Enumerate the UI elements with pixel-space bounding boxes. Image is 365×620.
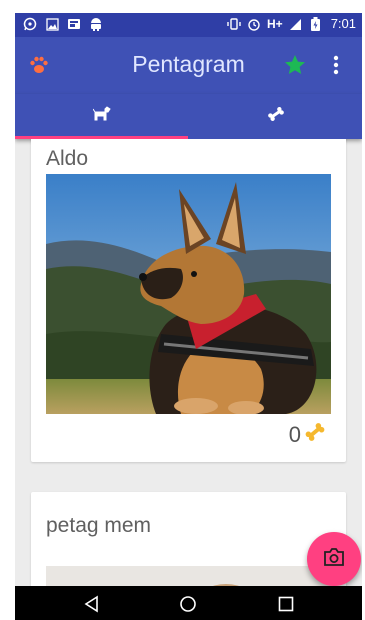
camera-fab-button[interactable] — [307, 532, 361, 586]
network-type: H+ — [267, 17, 283, 31]
app-bar: Pentagram — [15, 37, 362, 94]
bone-icon — [304, 421, 326, 448]
bone-icon — [267, 105, 285, 128]
pet-name: Aldo — [46, 147, 89, 170]
star-icon[interactable] — [283, 53, 307, 77]
pet-card[interactable]: petag mem — [31, 492, 346, 586]
pet-photo — [46, 566, 331, 586]
app-title: Pentagram — [132, 51, 245, 77]
back-icon[interactable] — [83, 595, 101, 613]
whatsapp-icon — [23, 16, 37, 32]
pet-name: petag mem — [46, 514, 152, 537]
home-icon[interactable] — [179, 595, 197, 613]
app-screen: H+ 7:01 Pentagram Aldo 0 petag mem — [15, 13, 362, 620]
recents-icon[interactable] — [277, 595, 295, 613]
system-nav-bar — [15, 586, 362, 620]
status-bar: H+ 7:01 — [15, 13, 362, 37]
battery-icon — [309, 16, 323, 32]
android-icon — [89, 16, 103, 32]
clock: 7:01 — [330, 16, 356, 31]
more-vert-icon[interactable] — [333, 55, 339, 75]
vibrate-icon — [227, 16, 241, 32]
alarm-icon — [247, 16, 261, 32]
camera-icon — [323, 547, 345, 572]
dog-icon — [92, 106, 111, 127]
german-shepherd-photo — [46, 174, 331, 414]
pet-card[interactable]: Aldo 0 — [31, 139, 346, 462]
app-icon — [67, 16, 81, 32]
tab-favorites[interactable] — [189, 94, 362, 139]
tab-bar — [15, 94, 362, 139]
image-icon — [45, 16, 59, 32]
pet-list[interactable]: Aldo 0 petag mem — [15, 139, 362, 586]
signal-icon — [289, 16, 303, 32]
likes-count: 0 — [288, 421, 301, 447]
tab-pets[interactable] — [15, 94, 188, 139]
like-rating[interactable]: 0 — [289, 421, 326, 448]
